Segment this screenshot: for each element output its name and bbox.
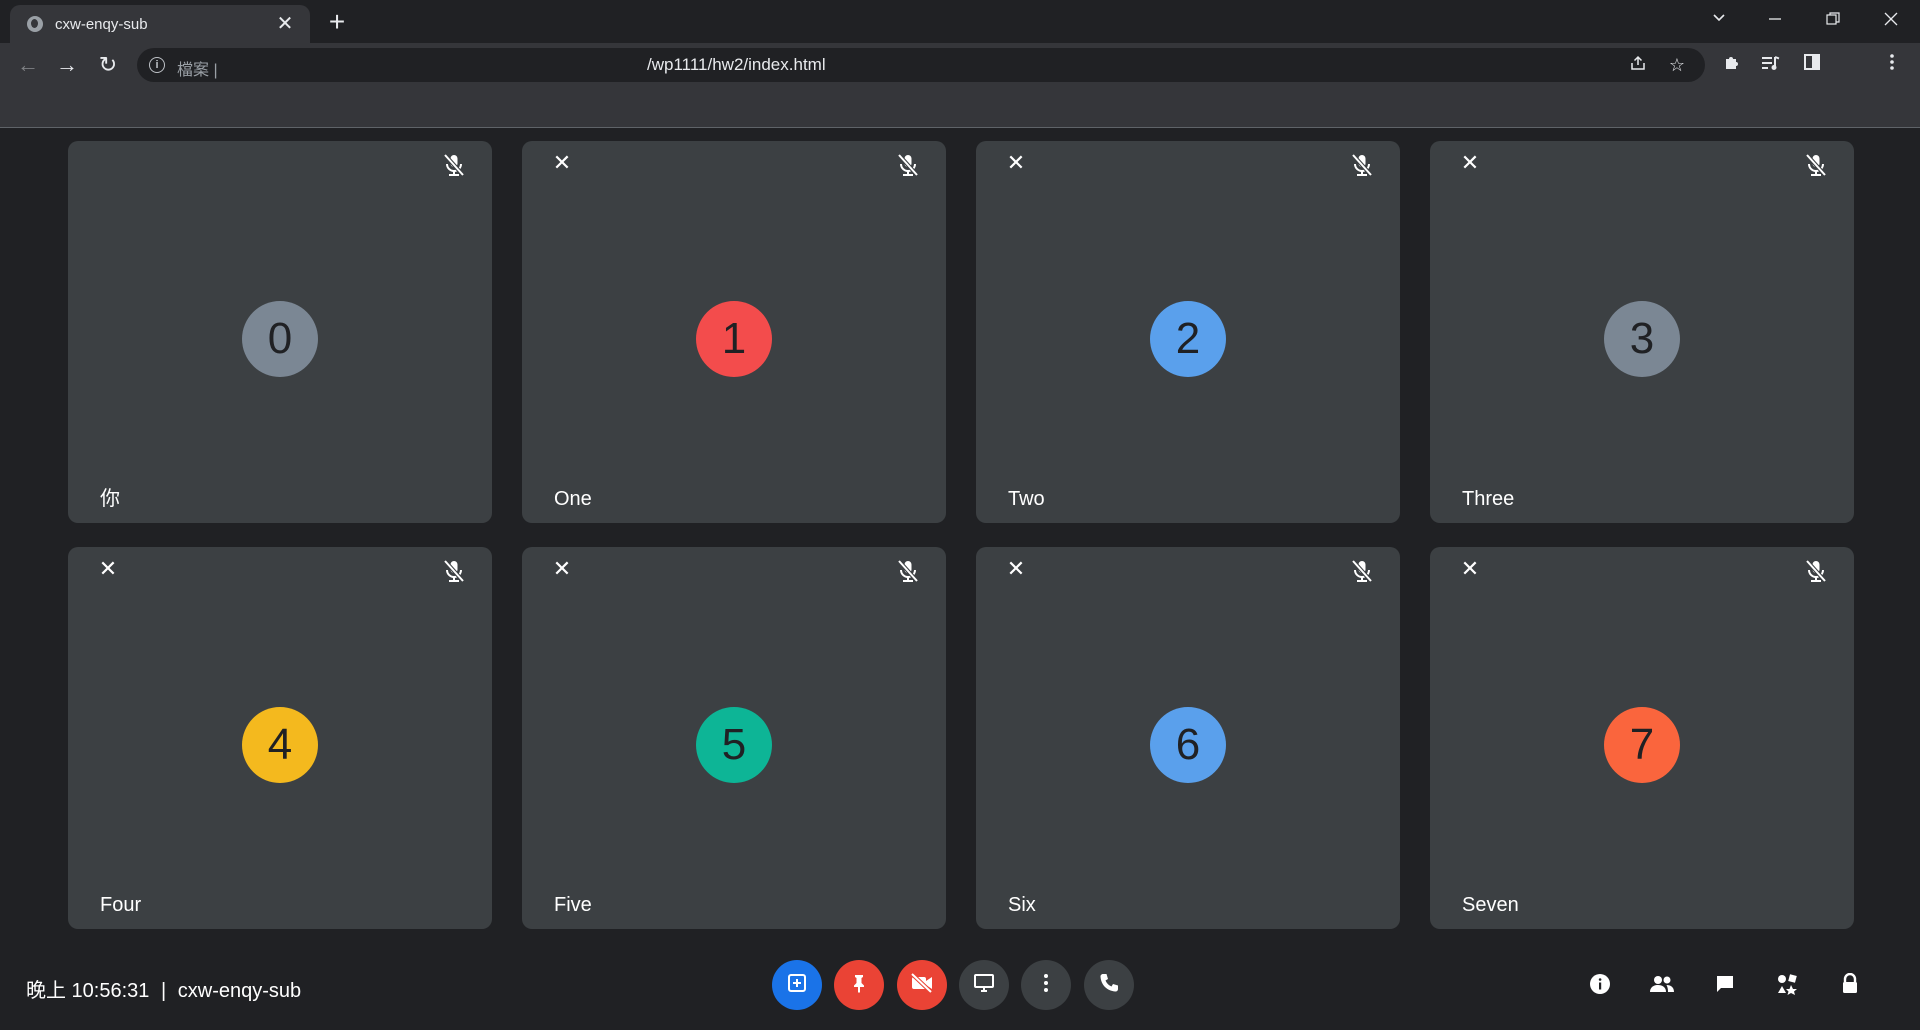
- close-icon[interactable]: ✕: [1004, 557, 1028, 581]
- tab-search-chevron-icon[interactable]: [1696, 4, 1742, 36]
- more-vert-icon: [1043, 973, 1049, 998]
- browser-chrome: cxw-enqy-sub ✕ + ← → ↻ i 檔案 | /wp1111/hw…: [0, 0, 1920, 128]
- participant-name: Three: [1462, 488, 1515, 510]
- pin-button[interactable]: [834, 960, 884, 1010]
- avatar: 1: [696, 301, 772, 377]
- camera-off-button[interactable]: [897, 960, 947, 1010]
- avatar: 4: [242, 707, 318, 783]
- tab-close-icon[interactable]: ✕: [274, 13, 296, 35]
- minimize-button[interactable]: [1752, 4, 1798, 36]
- media-queue-icon[interactable]: [1755, 49, 1787, 81]
- address-scheme-label: 檔案 |: [177, 62, 218, 79]
- close-icon[interactable]: ✕: [1458, 151, 1482, 175]
- mic-muted-icon: [1348, 557, 1376, 585]
- call-button[interactable]: [1084, 960, 1134, 1010]
- close-window-button[interactable]: [1868, 4, 1914, 36]
- avatar: 3: [1604, 301, 1680, 377]
- avatar: 5: [696, 707, 772, 783]
- tab-title: cxw-enqy-sub: [55, 15, 148, 33]
- close-icon[interactable]: ✕: [550, 151, 574, 175]
- share-icon[interactable]: [1627, 54, 1649, 76]
- browser-tab[interactable]: cxw-enqy-sub ✕: [10, 5, 310, 43]
- avatar: 7: [1604, 707, 1680, 783]
- participant-name: Four: [100, 894, 142, 916]
- meeting-info: 晚上 10:56:31 | cxw-enqy-sub: [26, 974, 301, 1003]
- close-icon[interactable]: ✕: [1458, 557, 1482, 581]
- close-icon[interactable]: ✕: [96, 557, 120, 581]
- participant-tile-2[interactable]: ✕ 2 Two: [976, 141, 1400, 523]
- present-screen-button[interactable]: [959, 960, 1009, 1010]
- browser-toolbar: ← → ↻ i 檔案 | /wp1111/hw2/index.html ☆: [0, 43, 1920, 87]
- mic-muted-icon: [440, 151, 468, 179]
- mic-muted-icon: [1802, 151, 1830, 179]
- participant-tile-4[interactable]: ✕ 4 Four: [68, 547, 492, 929]
- info-icon[interactable]: i: [149, 57, 165, 73]
- participant-tile-7[interactable]: ✕ 7 Seven: [1430, 547, 1854, 929]
- pin-icon: [848, 972, 870, 999]
- participant-name: Five: [554, 894, 592, 916]
- participant-name: One: [554, 488, 592, 510]
- add-box-icon: [786, 972, 808, 999]
- globe-icon: [27, 16, 43, 32]
- close-icon[interactable]: ✕: [550, 557, 574, 581]
- chat-icon[interactable]: [1711, 970, 1739, 998]
- meeting-bottom-bar: 晚上 10:56:31 | cxw-enqy-sub: [0, 950, 1920, 1030]
- info-icon[interactable]: [1586, 970, 1614, 998]
- extensions-icon[interactable]: [1716, 49, 1748, 81]
- mic-muted-icon: [1802, 557, 1830, 585]
- separator: |: [160, 980, 167, 1002]
- forward-button[interactable]: →: [51, 49, 83, 81]
- mic-muted-icon: [894, 151, 922, 179]
- participant-tile-0[interactable]: 0 你: [68, 141, 492, 523]
- participant-name: Seven: [1462, 894, 1519, 916]
- videocam-off-icon: [909, 972, 935, 999]
- meeting-time: 晚上 10:56:31: [26, 980, 150, 1002]
- lock-icon[interactable]: [1836, 970, 1864, 998]
- bookmark-star-icon[interactable]: ☆: [1666, 54, 1688, 76]
- people-icon[interactable]: [1648, 970, 1676, 998]
- reload-button[interactable]: ↻: [92, 49, 124, 81]
- add-tile-button[interactable]: [772, 960, 822, 1010]
- address-bar[interactable]: i 檔案 | /wp1111/hw2/index.html ☆: [137, 48, 1705, 82]
- restore-button[interactable]: [1810, 4, 1856, 36]
- participant-name: Two: [1008, 488, 1045, 510]
- meeting-code: cxw-enqy-sub: [177, 980, 302, 1002]
- participant-tile-1[interactable]: ✕ 1 One: [522, 141, 946, 523]
- mic-muted-icon: [440, 557, 468, 585]
- more-options-button[interactable]: [1021, 960, 1071, 1010]
- address-url[interactable]: /wp1111/hw2/index.html: [647, 55, 826, 75]
- mic-muted-icon: [894, 557, 922, 585]
- monitor-icon: [973, 972, 995, 999]
- participant-name: Six: [1008, 894, 1036, 916]
- close-icon[interactable]: ✕: [1004, 151, 1028, 175]
- back-button[interactable]: ←: [12, 49, 44, 81]
- phone-icon: [1098, 972, 1120, 999]
- avatar: 0: [242, 301, 318, 377]
- mic-muted-icon: [1348, 151, 1376, 179]
- participant-tile-5[interactable]: ✕ 5 Five: [522, 547, 946, 929]
- participant-tile-3[interactable]: ✕ 3 Three: [1430, 141, 1854, 523]
- participant-tile-6[interactable]: ✕ 6 Six: [976, 547, 1400, 929]
- side-panel-icon[interactable]: [1796, 49, 1828, 81]
- more-menu-icon[interactable]: [1876, 49, 1908, 81]
- avatar: 2: [1150, 301, 1226, 377]
- bookmarks-bar: [0, 87, 1920, 128]
- avatar: 6: [1150, 707, 1226, 783]
- new-tab-button[interactable]: +: [322, 8, 352, 38]
- tab-strip: cxw-enqy-sub ✕ +: [0, 0, 1920, 43]
- activities-icon[interactable]: [1773, 970, 1801, 998]
- participant-name: 你: [100, 488, 120, 510]
